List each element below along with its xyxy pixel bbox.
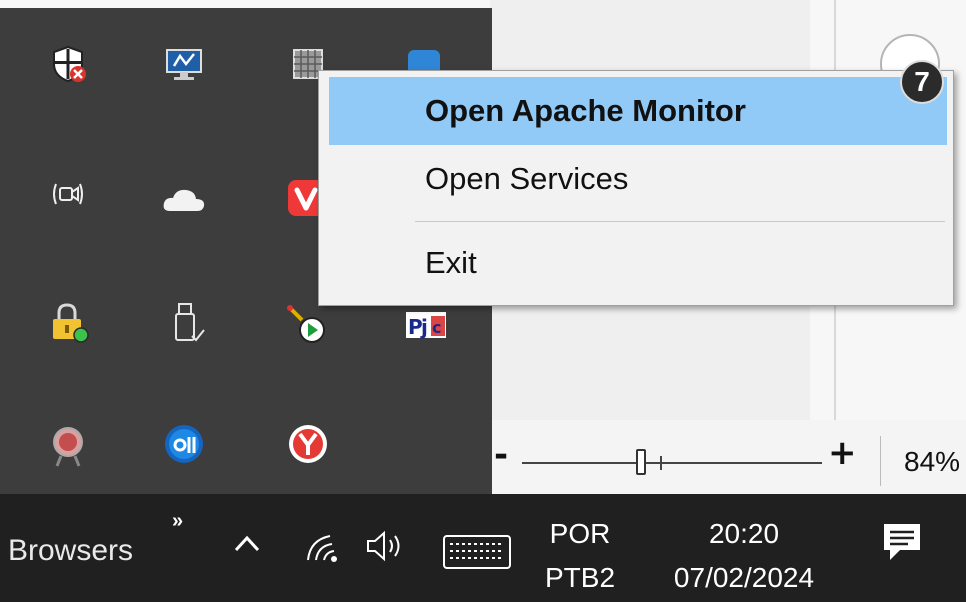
vpn-lock-icon[interactable] <box>46 300 90 344</box>
media-player-icon[interactable] <box>284 302 328 346</box>
menu-item-exit[interactable]: Exit <box>329 229 947 297</box>
notification-count-badge: 7 <box>900 60 944 104</box>
pjc-app-icon[interactable]: P j c <box>404 302 448 346</box>
network-monitor-icon[interactable] <box>162 42 206 86</box>
zoom-slider-tick <box>660 456 662 470</box>
input-language-indicator[interactable]: POR PTB2 <box>530 512 630 600</box>
taskbar: Browsers » POR PTB2 20:20 07/02/2024 7 <box>0 60 966 602</box>
touch-keyboard-icon[interactable] <box>442 534 512 575</box>
yandex-browser-icon[interactable] <box>286 422 330 466</box>
clock-time: 20:20 <box>708 518 780 549</box>
apache-tray-context-menu: Open Apache Monitor Open Services Exit <box>318 70 954 306</box>
zoom-slider-thumb[interactable] <box>636 449 646 475</box>
clock[interactable]: 20:20 07/02/2024 <box>646 512 842 600</box>
zoom-in-button[interactable]: + <box>828 436 857 470</box>
language-code: POR <box>549 518 611 549</box>
toolbar-expand-chevron[interactable]: » <box>172 510 183 533</box>
windows-security-warning-icon[interactable] <box>46 42 90 86</box>
onedrive-cloud-icon[interactable] <box>162 178 206 222</box>
zoom-level[interactable]: 84% <box>904 446 960 478</box>
menu-item-open-services[interactable]: Open Services <box>329 145 947 213</box>
volume-icon[interactable] <box>364 528 414 569</box>
usb-safely-remove-icon[interactable] <box>164 300 208 344</box>
sync-app-icon[interactable] <box>46 424 90 468</box>
menu-item-open-apache-monitor[interactable]: Open Apache Monitor <box>329 77 947 145</box>
show-hidden-icons-caret-icon[interactable] <box>232 528 262 563</box>
keyboard-layout: PTB2 <box>544 562 616 593</box>
menu-separator <box>415 221 945 222</box>
action-center-icon[interactable] <box>880 520 960 600</box>
wifi-icon[interactable] <box>304 530 344 569</box>
zoom-bar <box>490 420 966 494</box>
svg-text:j: j <box>420 315 428 339</box>
blue-circle-app-icon[interactable] <box>162 422 206 466</box>
zoom-out-button[interactable]: - <box>494 438 508 472</box>
clock-date: 07/02/2024 <box>673 562 815 593</box>
zoom-slider-track[interactable] <box>522 462 822 464</box>
meet-now-icon[interactable] <box>46 172 90 216</box>
svg-text:c: c <box>432 318 441 337</box>
zoom-separator <box>880 436 881 486</box>
browsers-toolbar-label[interactable]: Browsers <box>8 534 133 568</box>
